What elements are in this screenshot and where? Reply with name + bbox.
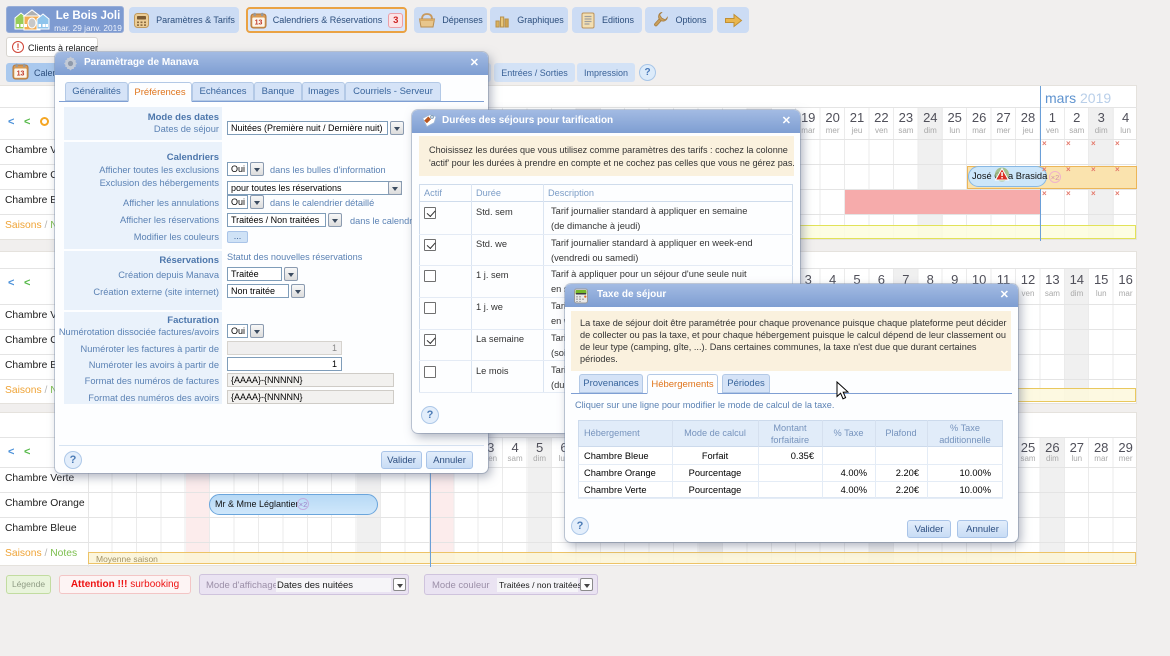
svg-text:13: 13 <box>17 70 25 77</box>
svg-text:13: 13 <box>254 19 262 26</box>
